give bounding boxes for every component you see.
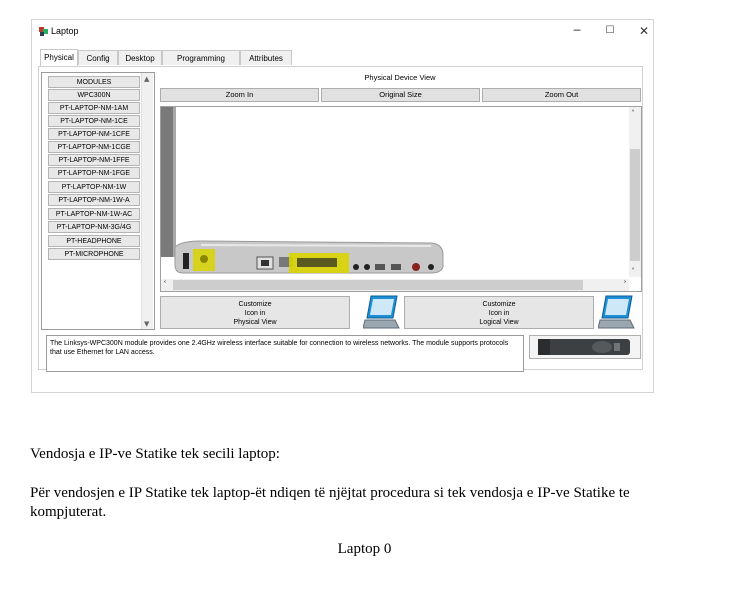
laptop-logical-icon xyxy=(598,295,635,329)
module-item[interactable]: PT-LAPTOP-NM-1FFE xyxy=(48,154,140,166)
icon-in-label: Icon in xyxy=(244,310,266,317)
module-item[interactable]: PT-MICROPHONE xyxy=(48,248,140,260)
view-horizontal-scrollbar[interactable]: ˂ ˃ xyxy=(161,279,629,291)
module-item[interactable]: WPC300N xyxy=(48,89,140,101)
title-bar: Laptop ─ ☐ ✕ xyxy=(32,20,653,42)
module-item[interactable]: PT-LAPTOP-NM-1W xyxy=(48,181,140,193)
customize-label: Customize xyxy=(482,301,516,308)
horizontal-scroll-thumb[interactable] xyxy=(173,280,583,290)
laptop-app-icon xyxy=(39,27,48,36)
section-heading: Vendosja e IP-ve Statike tek secili lapt… xyxy=(30,446,280,462)
window-title: Laptop xyxy=(51,26,79,36)
physical-device-view-title: Physical Device View xyxy=(364,73,436,82)
minimize-button[interactable]: ─ xyxy=(565,23,589,39)
logical-view-label: Logical View xyxy=(479,319,519,326)
zoom-in-button[interactable]: Zoom In xyxy=(160,88,319,102)
module-image xyxy=(529,335,641,359)
scroll-up-icon[interactable]: ˄ xyxy=(631,110,635,118)
tab-config[interactable]: Config xyxy=(78,50,118,65)
view-vertical-scrollbar[interactable]: ˄ ˅ xyxy=(629,107,641,277)
laptop-side-image xyxy=(161,107,444,274)
scroll-left-icon[interactable]: ˂ xyxy=(163,281,167,289)
tab-programming[interactable]: Programming xyxy=(162,50,240,65)
module-item[interactable]: PT-LAPTOP-NM-1W-AC xyxy=(48,208,140,220)
scroll-down-icon[interactable]: ˅ xyxy=(631,268,635,276)
wpc300n-card-icon xyxy=(538,339,630,355)
vertical-scroll-thumb[interactable] xyxy=(630,149,640,261)
physical-device-view[interactable]: ˄ ˅ ˂ ˃ xyxy=(160,106,642,292)
section-paragraph: Për vendosjen e IP Statike tek laptop-ët… xyxy=(30,485,630,520)
module-item[interactable]: PT-LAPTOP-NM-1CFE xyxy=(48,128,140,140)
tab-physical[interactable]: Physical xyxy=(40,49,78,66)
laptop-window: Laptop ─ ☐ ✕ Physical Config Desktop Pro… xyxy=(31,19,654,393)
module-header: MODULES xyxy=(48,76,140,88)
close-button[interactable]: ✕ xyxy=(632,23,656,39)
module-list-scrollbar[interactable]: ▲ ▼ xyxy=(141,73,153,329)
maximize-button[interactable]: ☐ xyxy=(598,23,622,39)
customize-physical-view-button[interactable]: Customize Icon in Physical View xyxy=(160,296,350,329)
physical-view-label: Physical View xyxy=(233,319,277,326)
customize-logical-view-button[interactable]: Customize Icon in Logical View xyxy=(404,296,594,329)
figure-caption: Laptop 0 xyxy=(337,541,392,557)
tab-desktop[interactable]: Desktop xyxy=(118,50,162,65)
module-item[interactable]: PT-LAPTOP-NM-3G/4G xyxy=(48,221,140,233)
module-item[interactable]: PT-LAPTOP-NM-1AM xyxy=(48,102,140,114)
module-item[interactable]: PT-HEADPHONE xyxy=(48,235,140,247)
module-item[interactable]: PT-LAPTOP-NM-1CGE xyxy=(48,141,140,153)
zoom-out-button[interactable]: Zoom Out xyxy=(482,88,641,102)
scroll-down-icon[interactable]: ▼ xyxy=(144,320,149,328)
module-description: The Linksys-WPC300N module provides one … xyxy=(46,335,524,372)
scroll-up-icon[interactable]: ▲ xyxy=(144,75,149,83)
tab-attributes[interactable]: Attributes xyxy=(240,50,292,65)
module-item[interactable]: PT-LAPTOP-NM-1FGE xyxy=(48,167,140,179)
module-item[interactable]: PT-LAPTOP-NM-1CE xyxy=(48,115,140,127)
laptop-physical-icon xyxy=(363,295,400,329)
customize-label: Customize xyxy=(238,301,272,308)
icon-in-label: Icon in xyxy=(488,310,510,317)
module-item[interactable]: PT-LAPTOP-NM-1W-A xyxy=(48,194,140,206)
scroll-right-icon[interactable]: ˃ xyxy=(623,281,627,289)
original-size-button[interactable]: Original Size xyxy=(321,88,480,102)
